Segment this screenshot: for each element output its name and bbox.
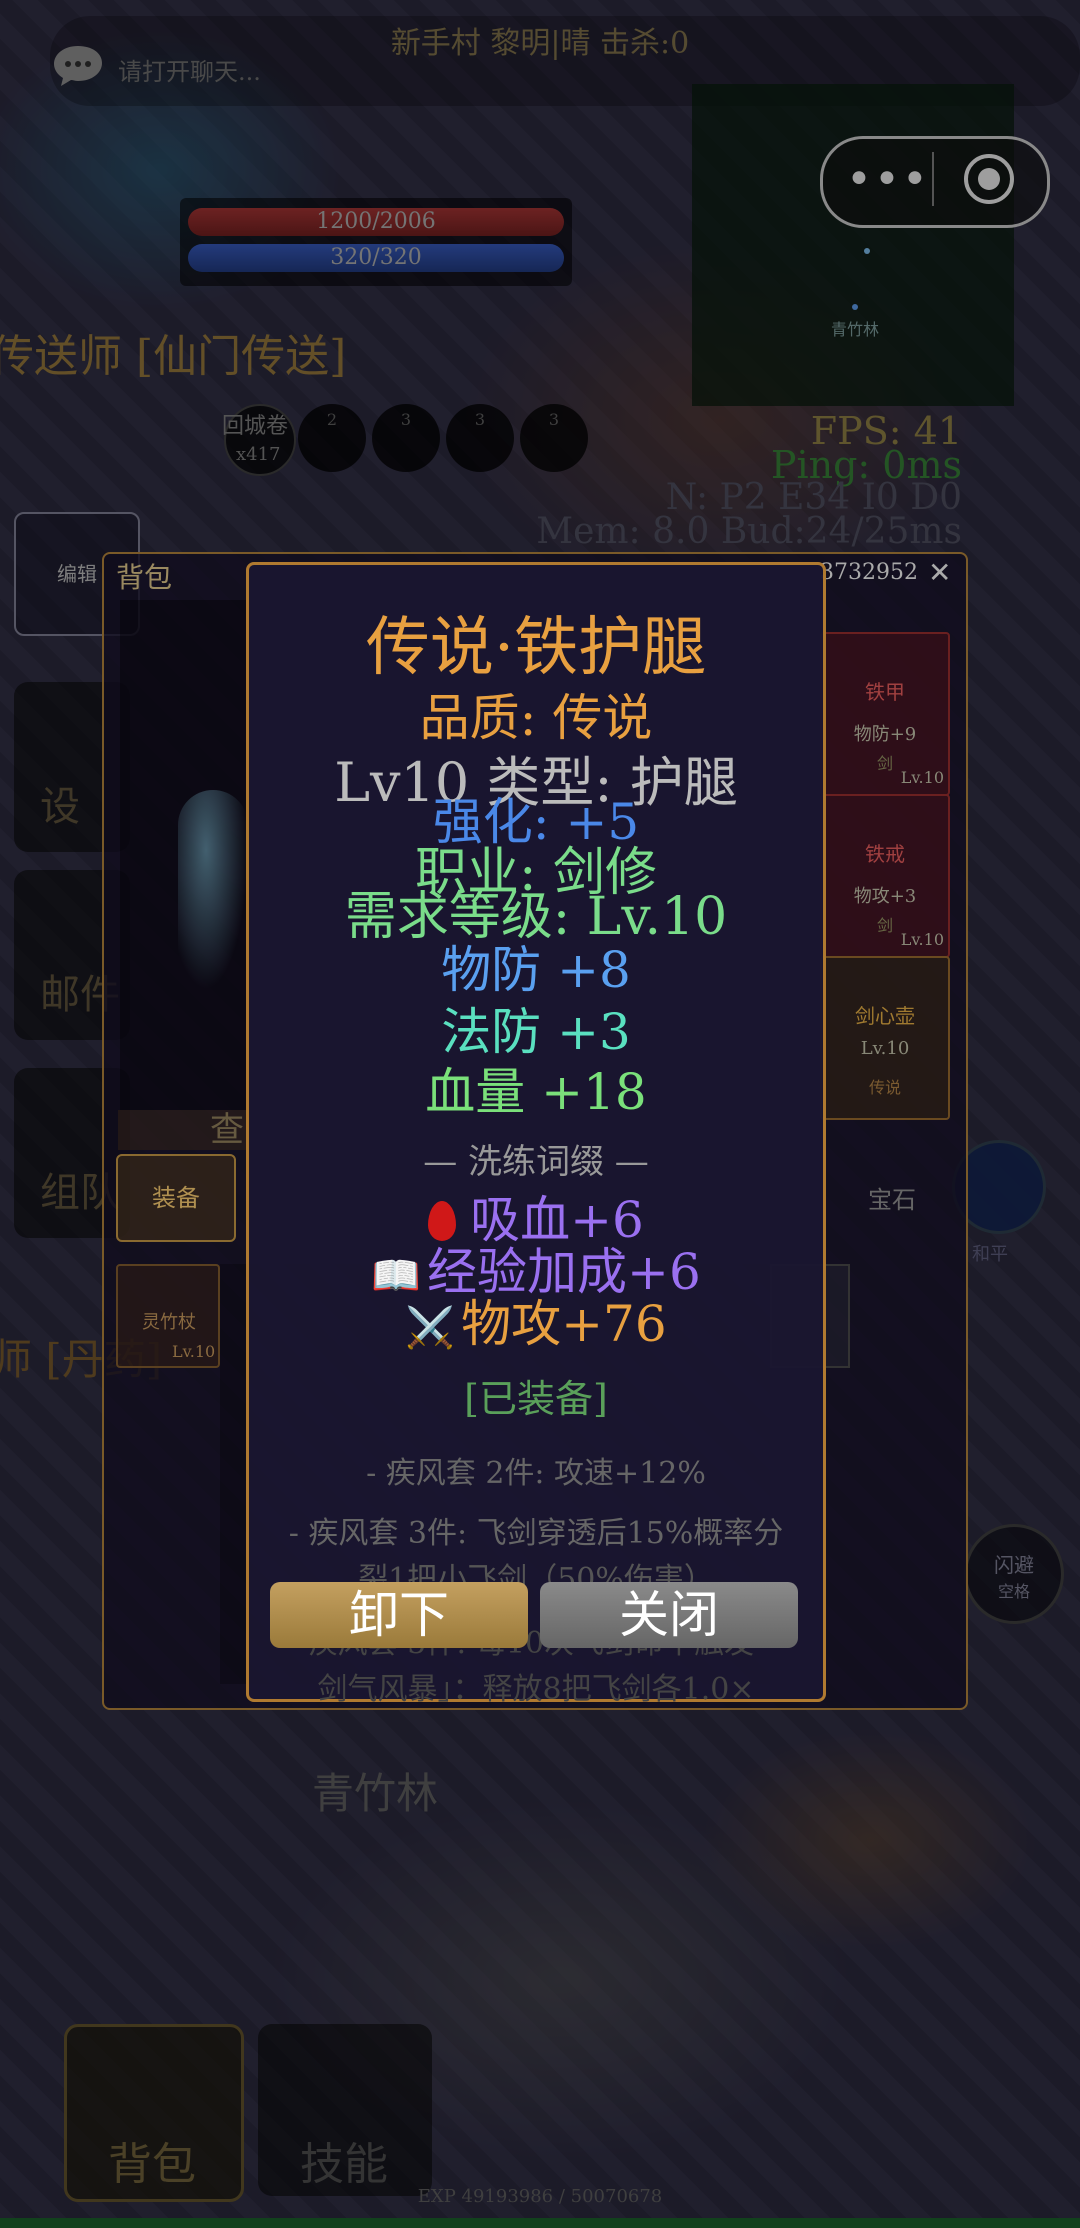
crossed-swords-icon: ⚔️ xyxy=(405,1305,456,1351)
affix-physical-attack: ⚔️ 物攻+76 xyxy=(405,1295,667,1353)
set-bonus-5-cont: 剑气风暴」：释放8把飞剑各1.0× xyxy=(317,1672,755,1707)
unequip-button[interactable]: 卸下 xyxy=(270,1582,528,1648)
equipped-card-armor[interactable]: 铁甲 物防+9 剑 Lv.10 xyxy=(820,632,950,796)
backpack-title: 背包 xyxy=(116,561,173,594)
equipped-status: [已装备] xyxy=(464,1377,608,1421)
equipped-card-gourd[interactable]: 剑心壶 Lv.10 传说 xyxy=(820,956,950,1120)
set-bonus-3: - 疾风套 3件: 飞剑穿透后15%概率分 xyxy=(288,1516,784,1551)
affix-header: — 洗练词缀 — xyxy=(423,1142,649,1182)
view-button[interactable]: 查 xyxy=(118,1110,248,1150)
item-name: 灵竹杖 xyxy=(142,1312,196,1333)
bag-item-slot[interactable]: 灵竹杖 Lv.10 xyxy=(116,1264,220,1368)
tab-gem[interactable]: 宝石 xyxy=(868,1180,916,1215)
gold-amount: 3732952 xyxy=(820,560,918,585)
close-tooltip-button[interactable]: 关闭 xyxy=(540,1582,798,1648)
item-level: Lv.10 xyxy=(172,1342,216,1361)
stat-hp: 血量 +18 xyxy=(425,1063,647,1121)
set-bonus-2: - 疾风套 2件: 攻速+12% xyxy=(366,1456,706,1491)
equipped-card-ring[interactable]: 铁戒 物攻+3 剑 Lv.10 xyxy=(820,794,950,958)
character-figure xyxy=(178,790,248,990)
backpack-close-button[interactable]: ✕ xyxy=(928,556,951,589)
item-title: 传说·铁护腿 xyxy=(365,611,707,685)
tab-equipment[interactable]: 装备 xyxy=(116,1154,236,1242)
